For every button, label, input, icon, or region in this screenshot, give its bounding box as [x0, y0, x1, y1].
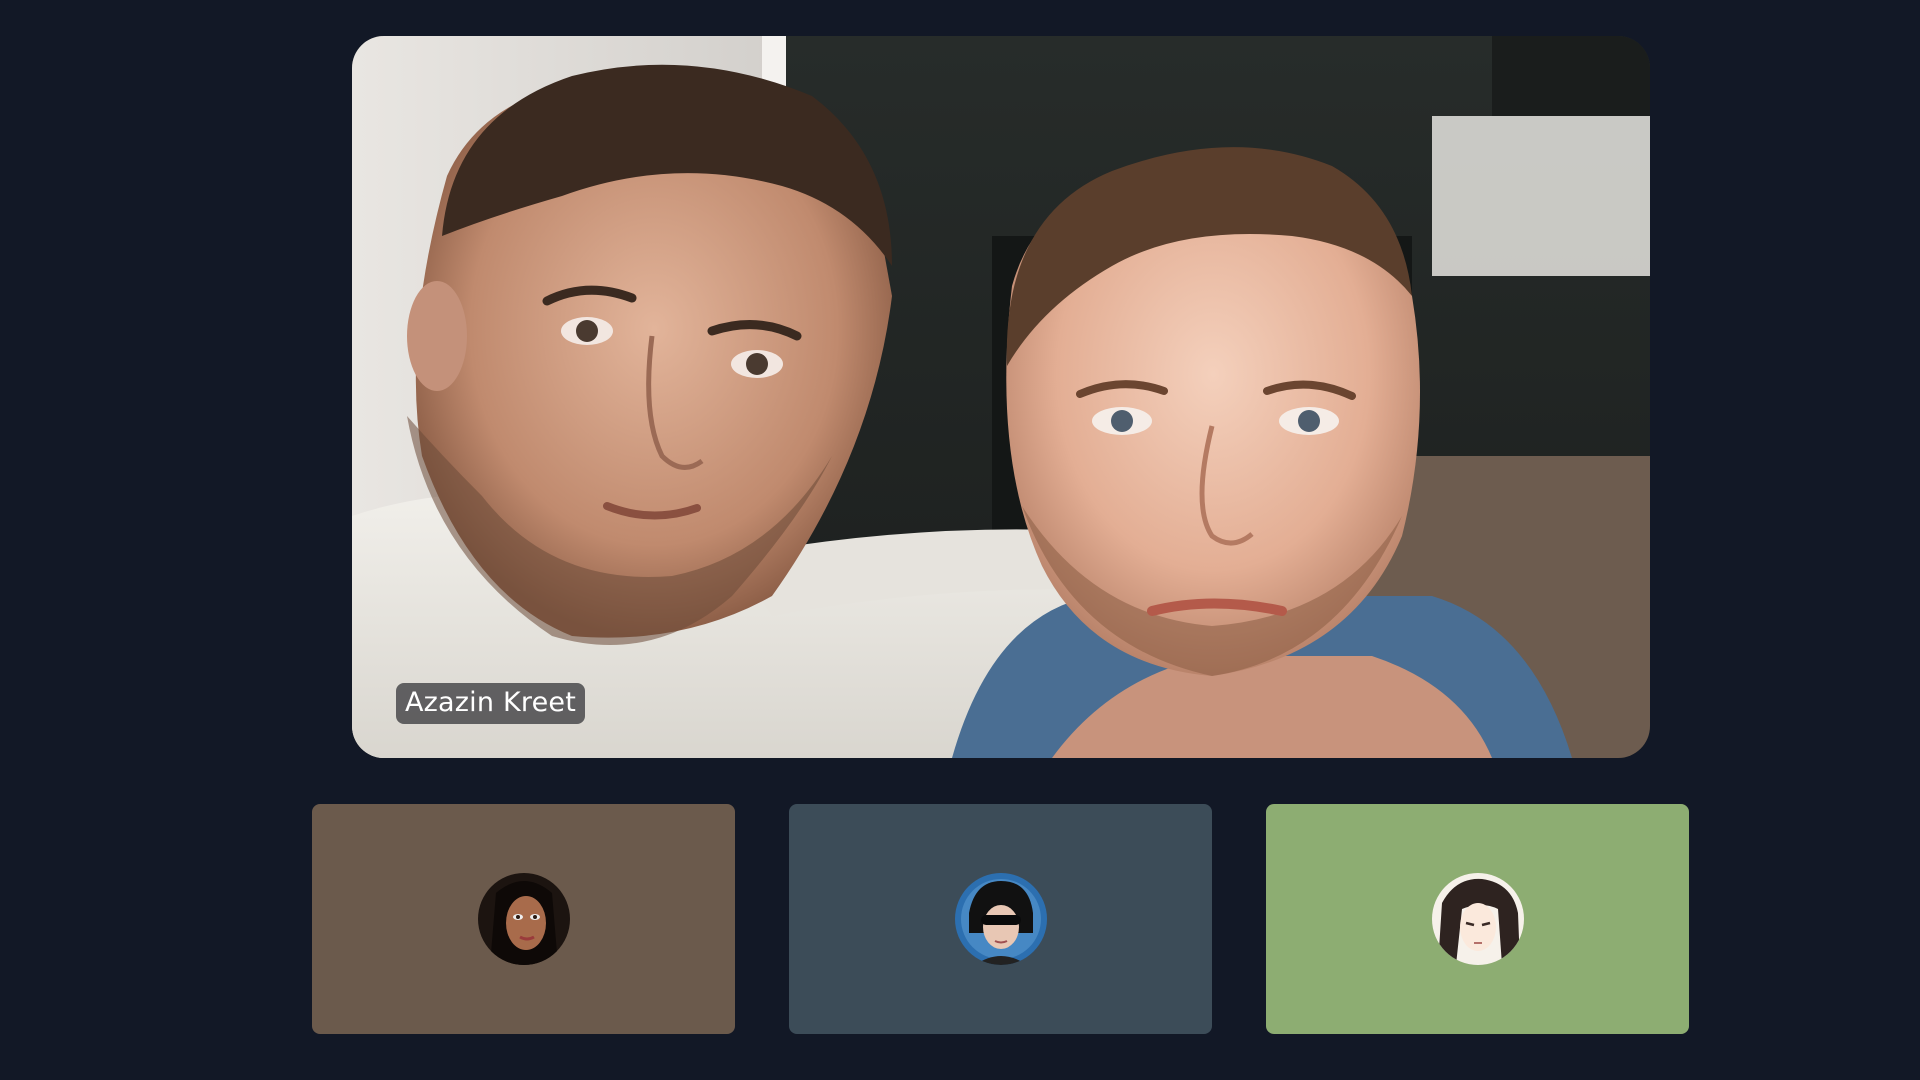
participant-tile[interactable]: [312, 804, 735, 1034]
avatar-icon: [1431, 873, 1524, 965]
participant-name-tag: Azazin Kreet: [396, 683, 585, 724]
participant-tile[interactable]: [789, 804, 1212, 1034]
avatar-icon: [954, 873, 1047, 965]
active-speaker-tile[interactable]: Azazin Kreet: [352, 36, 1650, 758]
active-speaker-video: [352, 36, 1650, 758]
video-call-stage: Azazin Kreet: [0, 0, 1920, 1080]
avatar-icon: [477, 873, 570, 965]
participant-tile[interactable]: [1266, 804, 1689, 1034]
